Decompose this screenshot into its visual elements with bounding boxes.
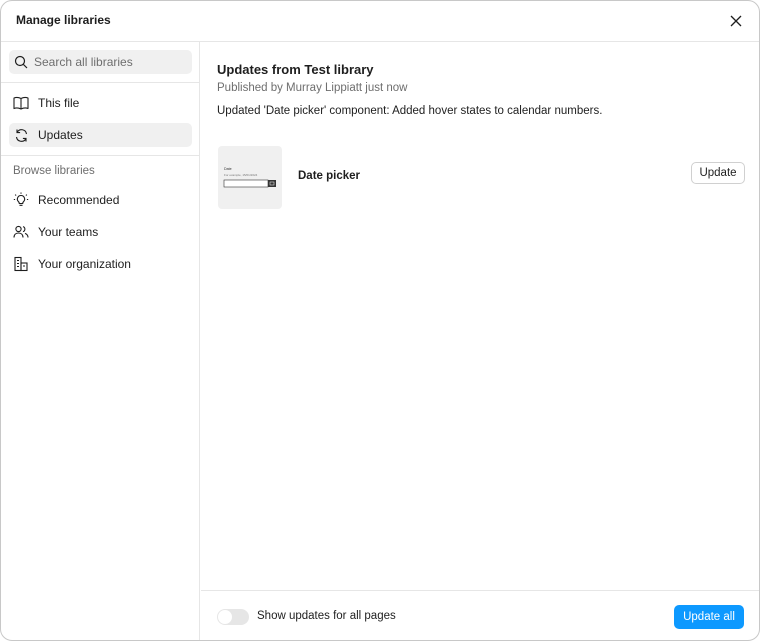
publish-info: Published by Murray Lippiatt just now: [217, 82, 408, 94]
sidebar-item-label: Your organization: [38, 257, 131, 271]
people-icon: [13, 224, 29, 240]
sidebar-item-label: This file: [38, 96, 80, 110]
refresh-icon: [13, 127, 29, 143]
divider: [1, 82, 200, 83]
update-description: Updated 'Date picker' component: Added h…: [217, 105, 603, 117]
dialog-header: Manage libraries: [1, 1, 759, 42]
search-icon: [14, 55, 28, 69]
sidebar-item-updates[interactable]: Updates: [9, 123, 192, 147]
book-icon: [13, 95, 29, 111]
dialog-footer: Show updates for all pages Update all: [201, 590, 759, 640]
sidebar: This file Updates Browse libraries Recom…: [1, 42, 200, 640]
update-button[interactable]: Update: [691, 162, 745, 184]
sidebar-item-this-file[interactable]: This file: [9, 91, 192, 115]
close-button[interactable]: [727, 12, 745, 30]
sidebar-item-label: Your teams: [38, 225, 99, 239]
browse-libraries-heading: Browse libraries: [13, 165, 95, 177]
update-title: Updates from Test library: [217, 62, 374, 77]
update-all-button[interactable]: Update all: [674, 605, 744, 629]
close-icon: [730, 15, 742, 27]
sidebar-item-label: Updates: [38, 128, 83, 142]
building-icon: [13, 256, 29, 272]
lightbulb-icon: [13, 192, 29, 208]
toggle-knob: [218, 610, 232, 624]
thumb-field-label: Date: [224, 167, 232, 171]
sidebar-item-your-teams[interactable]: Your teams: [9, 220, 192, 244]
divider: [1, 155, 200, 156]
show-all-pages-toggle[interactable]: [217, 609, 249, 625]
sidebar-item-recommended[interactable]: Recommended: [9, 188, 192, 212]
thumb-field-hint: For example, 15/01/2024: [224, 173, 258, 177]
search-input[interactable]: [34, 55, 184, 69]
dialog-title: Manage libraries: [16, 13, 111, 27]
main-panel: Updates from Test library Published by M…: [201, 42, 759, 640]
manage-libraries-dialog: Manage libraries This file Updates Brows…: [0, 0, 760, 641]
sidebar-item-your-organization[interactable]: Your organization: [9, 252, 192, 276]
search-box[interactable]: [9, 50, 192, 74]
component-name: Date picker: [298, 170, 361, 182]
component-thumbnail: Date For example, 15/01/2024: [218, 146, 282, 209]
toggle-label: Show updates for all pages: [257, 610, 396, 622]
sidebar-item-label: Recommended: [38, 193, 120, 207]
